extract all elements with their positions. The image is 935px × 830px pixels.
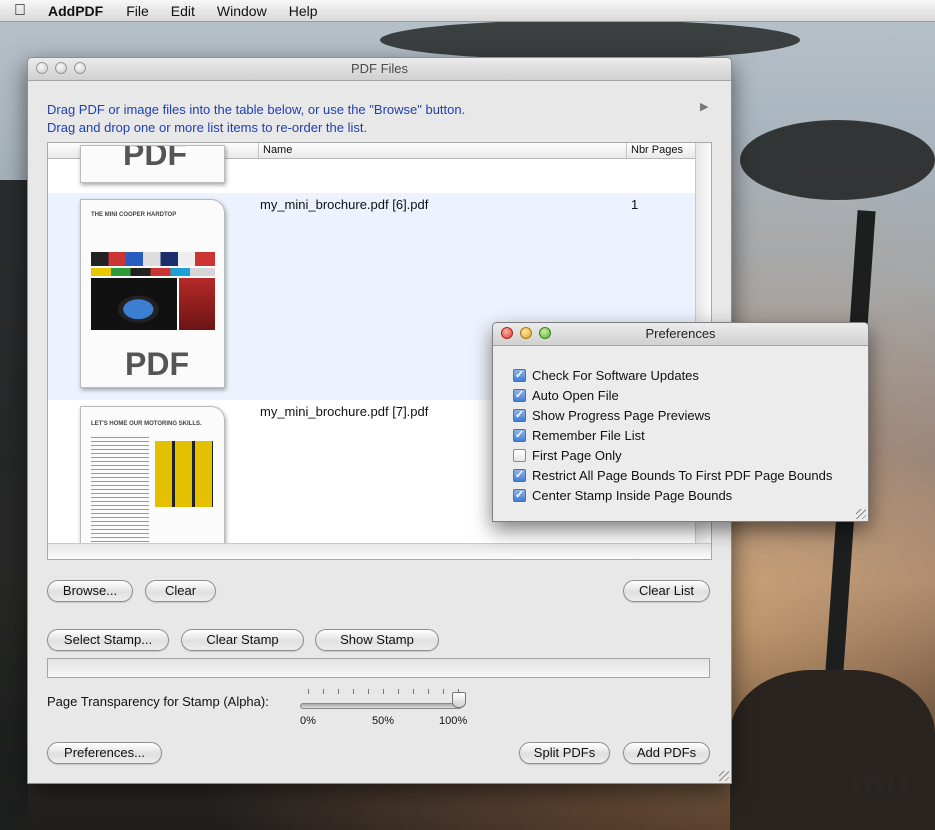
preference-label: Show Progress Page Previews: [532, 407, 711, 423]
clear-button[interactable]: Clear: [145, 580, 216, 602]
disclosure-triangle-icon[interactable]: ▶: [700, 100, 708, 113]
thumb-color-swatches: [91, 252, 215, 266]
slider-tick: [338, 689, 339, 694]
preference-label: Check For Software Updates: [532, 367, 699, 383]
slider-track[interactable]: [300, 703, 462, 709]
palm-fronds-right: [740, 120, 935, 200]
preference-option[interactable]: ✓ Restrict All Page Bounds To First PDF P…: [513, 465, 832, 485]
slider-min-label: 0%: [300, 715, 316, 727]
hut-silhouette: [730, 670, 935, 830]
alpha-label: Page Transparency for Stamp (Alpha):: [47, 694, 269, 709]
preference-option[interactable]: ✓ Auto Open File: [513, 385, 832, 405]
preference-label: Restrict All Page Bounds To First PDF Pa…: [532, 467, 833, 483]
close-preferences-button[interactable]: [501, 327, 513, 339]
slider-mid-label: 50%: [372, 715, 395, 727]
thumb-yellow-grid: [155, 441, 213, 507]
pdf-thumbnail: LET'S HOME OUR MOTORING SKILLS.: [80, 406, 225, 559]
preferences-options: ✓ Check For Software Updates ✓ Auto Open Fi…: [513, 365, 832, 505]
checkbox-checked-icon[interactable]: ✓: [513, 408, 526, 422]
zoom-preferences-button[interactable]: [539, 327, 551, 339]
menu-edit[interactable]: Edit: [160, 3, 206, 19]
thumb-color-swatches-2: [91, 268, 215, 276]
resize-grip-icon[interactable]: [719, 771, 729, 781]
thumb-text-block: [91, 437, 149, 547]
slider-tick: [413, 689, 414, 694]
preference-option[interactable]: ✓ Check For Software Updates: [513, 365, 832, 385]
slider-knob[interactable]: [452, 692, 466, 708]
close-window-button[interactable]: [36, 62, 48, 74]
minimize-window-button[interactable]: [55, 62, 67, 74]
checkbox-checked-icon[interactable]: ✓: [513, 468, 526, 482]
alpha-slider[interactable]: 0% 50% 100%: [300, 686, 470, 730]
thumb-heading: THE MINI COOPER HARDTOP: [91, 212, 177, 218]
thumb-heading: LET'S HOME OUR MOTORING SKILLS.: [91, 421, 202, 427]
preferences-button[interactable]: Preferences...: [47, 742, 162, 764]
browse-button[interactable]: Browse...: [47, 580, 133, 602]
slider-tick: [383, 689, 384, 694]
preference-option[interactable]: ✓ Remember File List: [513, 425, 832, 445]
menu-window[interactable]: Window: [206, 3, 278, 19]
preference-label: Auto Open File: [532, 387, 619, 403]
thumb-interior-photo: [179, 278, 215, 330]
row-page-count: 1: [631, 197, 639, 212]
preferences-titlebar[interactable]: Preferences: [493, 323, 868, 346]
pdf-thumbnail: PDF: [80, 145, 225, 183]
watermark-logo: mu: [850, 764, 910, 804]
thumb-car-photo: [91, 278, 177, 330]
preferences-resize-grip-icon[interactable]: [856, 509, 866, 519]
column-header-name[interactable]: Name: [258, 143, 623, 158]
palm-fronds-top: [380, 20, 800, 60]
window-controls: [36, 62, 86, 74]
preference-label: Remember File List: [532, 427, 645, 443]
checkbox-checked-icon[interactable]: ✓: [513, 388, 526, 402]
slider-tick: [368, 689, 369, 694]
slider-tick: [308, 689, 309, 694]
preferences-window-controls: [501, 327, 551, 339]
slider-max-label: 100%: [439, 715, 468, 727]
pdf-thumb-label: PDF: [123, 145, 187, 172]
pdf-thumb-label: PDF: [125, 346, 189, 382]
slider-tick: [428, 689, 429, 694]
preference-option[interactable]: ✓ Show Progress Page Previews: [513, 405, 832, 425]
split-pdfs-button[interactable]: Split PDFs: [519, 742, 610, 764]
clear-stamp-button[interactable]: Clear Stamp: [181, 629, 304, 651]
progress-bar: [47, 658, 710, 678]
show-stamp-button[interactable]: Show Stamp: [315, 629, 439, 651]
slider-tick: [398, 689, 399, 694]
table-row[interactable]: PDF: [48, 145, 695, 193]
preference-option[interactable]: ✓ First Page Only: [513, 445, 832, 465]
menu-help[interactable]: Help: [278, 3, 329, 19]
apple-menu-icon[interactable]: : [0, 2, 40, 20]
preferences-window: Preferences ✓ Check For Software Updates ✓…: [492, 322, 869, 522]
checkbox-unchecked-icon[interactable]: ✓: [513, 448, 526, 462]
window-titlebar[interactable]: PDF Files: [28, 58, 731, 81]
row-file-name: my_mini_brochure.pdf [7].pdf: [260, 404, 429, 419]
window-title: PDF Files: [350, 61, 409, 76]
menu-bar:  AddPDF File Edit Window Help: [0, 0, 935, 22]
slider-tick: [323, 689, 324, 694]
preference-label: First Page Only: [532, 447, 622, 463]
preferences-title: Preferences: [645, 326, 716, 341]
menu-file[interactable]: File: [115, 3, 160, 19]
instructions-text: Drag PDF or image files into the table b…: [47, 102, 466, 135]
zoom-window-button[interactable]: [74, 62, 86, 74]
select-stamp-button[interactable]: Select Stamp...: [47, 629, 169, 651]
app-menu[interactable]: AddPDF: [40, 3, 115, 19]
checkbox-checked-icon[interactable]: ✓: [513, 488, 526, 502]
clear-list-button[interactable]: Clear List: [623, 580, 710, 602]
pdf-thumbnail: THE MINI COOPER HARDTOP PDF: [80, 199, 225, 388]
palm-trunk-left: [0, 180, 28, 830]
column-header-pages[interactable]: Nbr Pages: [626, 143, 696, 158]
preference-label: Center Stamp Inside Page Bounds: [532, 487, 733, 503]
checkbox-checked-icon[interactable]: ✓: [513, 368, 526, 382]
slider-tick: [353, 689, 354, 694]
slider-tick: [443, 689, 444, 694]
table-horizontal-scrollbar[interactable]: [48, 543, 711, 559]
add-pdfs-button[interactable]: Add PDFs: [623, 742, 710, 764]
checkbox-checked-icon[interactable]: ✓: [513, 428, 526, 442]
minimize-preferences-button[interactable]: [520, 327, 532, 339]
preference-option[interactable]: ✓ Center Stamp Inside Page Bounds: [513, 485, 832, 505]
row-file-name: my_mini_brochure.pdf [6].pdf: [260, 197, 429, 212]
